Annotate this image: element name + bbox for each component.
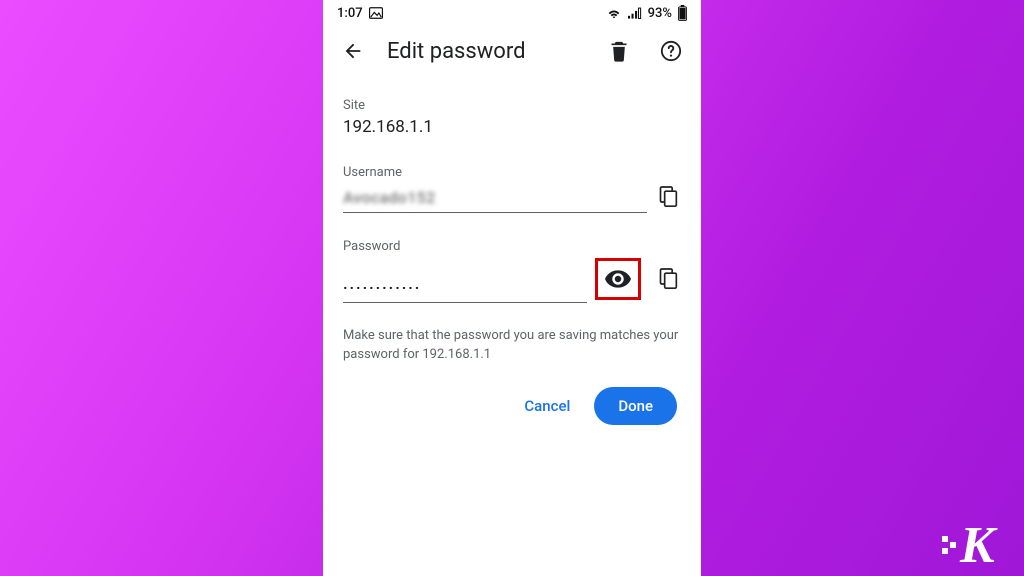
password-section: Password ············ — [343, 239, 681, 303]
back-button[interactable] — [335, 33, 371, 69]
content-area: Site 192.168.1.1 Username Avocado152 Pas… — [323, 76, 701, 425]
picture-icon — [369, 7, 383, 19]
wifi-icon — [606, 7, 622, 19]
svg-text:K: K — [959, 517, 998, 570]
copy-password-button[interactable] — [655, 266, 681, 292]
done-button[interactable]: Done — [594, 387, 677, 425]
action-row: Cancel Done — [343, 387, 681, 425]
copy-username-button[interactable] — [655, 184, 681, 210]
signal-icon — [628, 7, 642, 19]
help-button[interactable] — [653, 33, 689, 69]
status-bar: 1:07 93% — [323, 0, 701, 26]
password-input[interactable]: ············ — [343, 277, 587, 303]
copy-icon — [658, 186, 678, 208]
username-input[interactable]: Avocado152 — [343, 187, 647, 213]
site-section: Site 192.168.1.1 — [343, 98, 681, 137]
password-label: Password — [343, 239, 681, 254]
phone-frame: 1:07 93% Edit password — [323, 0, 701, 576]
battery-icon — [678, 5, 687, 21]
username-value: Avocado152 — [343, 188, 647, 207]
page-title: Edit password — [387, 39, 585, 64]
username-label: Username — [343, 165, 681, 180]
status-time: 1:07 — [337, 6, 363, 21]
copy-icon — [658, 268, 678, 290]
site-value: 192.168.1.1 — [343, 117, 681, 137]
delete-button[interactable] — [601, 33, 637, 69]
arrow-left-icon — [342, 40, 364, 62]
app-bar: Edit password — [323, 26, 701, 76]
username-section: Username Avocado152 — [343, 165, 681, 213]
battery-text: 93% — [648, 6, 672, 21]
hint-text: Make sure that the password you are savi… — [343, 327, 681, 365]
highlight-annotation — [595, 258, 641, 300]
cancel-button[interactable]: Cancel — [518, 389, 576, 423]
trash-icon — [609, 40, 629, 62]
eye-icon — [605, 270, 631, 288]
watermark-logo: K — [942, 510, 1016, 570]
site-label: Site — [343, 98, 681, 113]
password-value: ············ — [343, 279, 587, 297]
help-icon — [660, 40, 682, 62]
toggle-visibility-button[interactable] — [604, 265, 632, 293]
